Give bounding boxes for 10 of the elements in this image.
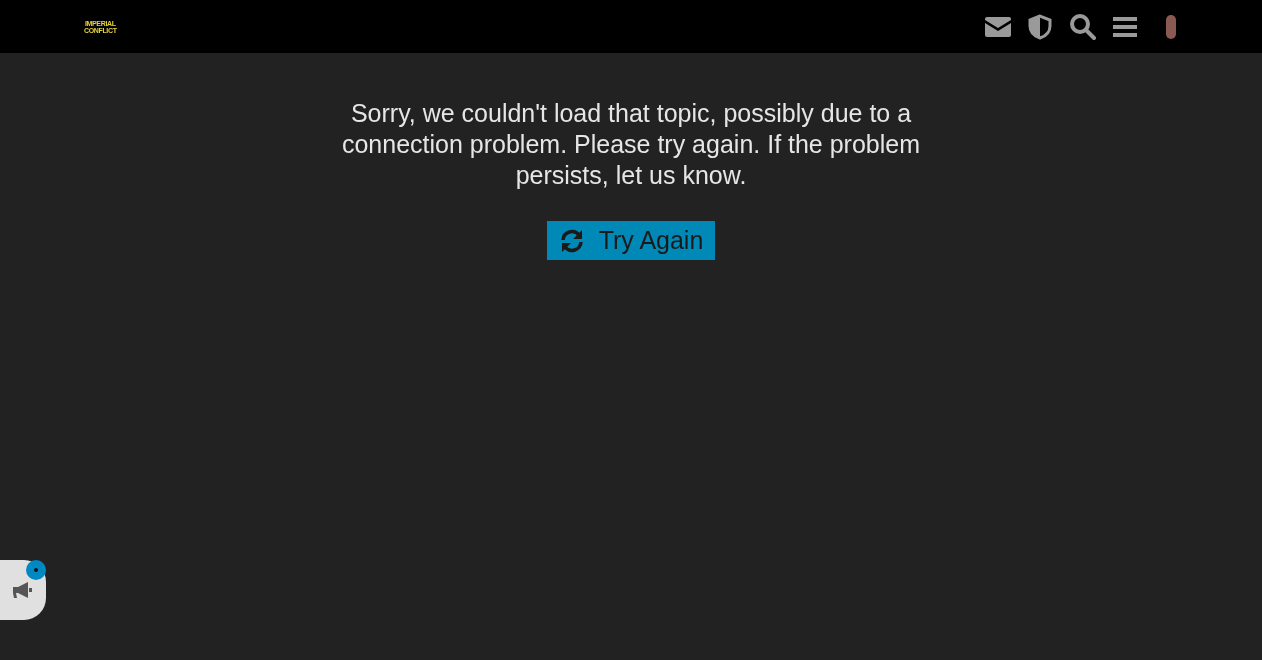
menu-icon[interactable] [1113, 16, 1137, 37]
error-message: Sorry, we couldn't load that topic, possibly due to a connection problem. Please try again. If the problem persists, let us know. [340, 98, 922, 191]
refresh-icon [558, 227, 585, 254]
search-icon[interactable] [1069, 13, 1096, 40]
megaphone-icon [13, 581, 33, 599]
user-avatar[interactable] [1166, 14, 1176, 39]
mail-icon[interactable] [985, 16, 1011, 37]
announcement-tab[interactable] [0, 560, 46, 620]
shield-icon[interactable] [1028, 13, 1052, 40]
try-again-button[interactable]: Try Again [546, 221, 716, 260]
